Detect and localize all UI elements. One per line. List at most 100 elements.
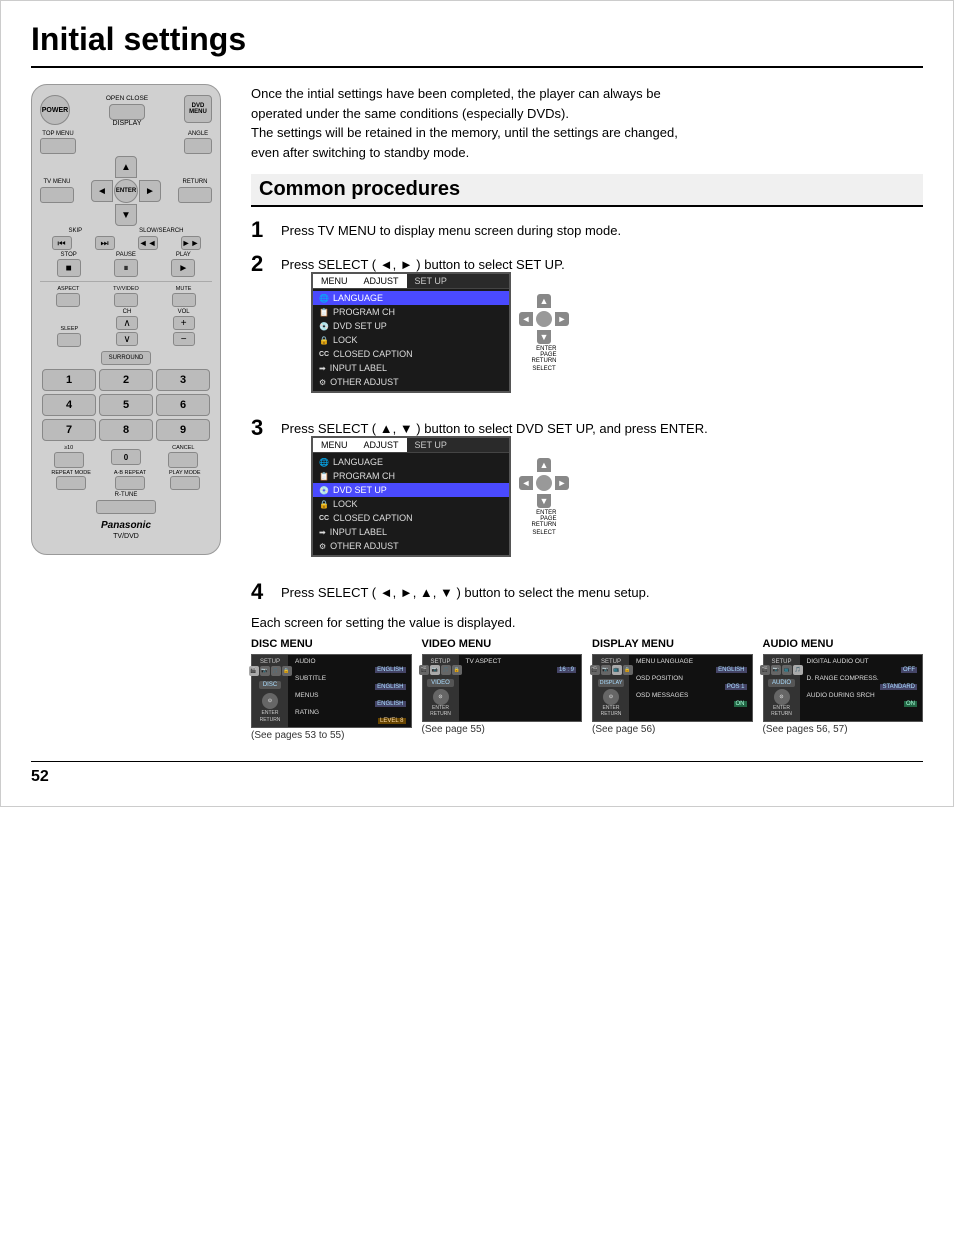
transport-row: ⏮ ⏭ ◄◄ ►► (40, 236, 212, 250)
mute-button[interactable] (172, 293, 196, 307)
menu-item-lock-2: 🔒 LOCK (313, 497, 509, 511)
r-tune-button[interactable] (96, 500, 156, 514)
num-2-button[interactable]: 2 (99, 369, 153, 391)
menu-header-1: MENU ADJUST SET UP (313, 274, 509, 289)
video-menu-column: VIDEO MENU SETUP 🎬 📷 🎵 🔒 VIDEO (422, 638, 583, 741)
menu1-mockup: MENU ADJUST SET UP 🌐 LANGUAGE 📋 (311, 272, 923, 393)
r-tune-label: R-TUNE (40, 492, 212, 498)
disc-enter-button[interactable]: ⊙ (262, 693, 278, 709)
main-content: POWER OPEN CLOSE DISPLAY DVD MENU (31, 84, 923, 741)
display-button[interactable] (109, 104, 145, 120)
menu-item-cc-1: CC CLOSED CAPTION (313, 347, 509, 361)
brand-sub: TV/DVD (40, 533, 212, 540)
step-4: 4 Press SELECT ( ◄, ►, ▲, ▼ ) button to … (251, 581, 923, 603)
cancel-button[interactable] (168, 452, 198, 468)
ff-button[interactable]: ►► (181, 236, 201, 250)
return-button[interactable] (178, 187, 212, 203)
repeat-mode-row: REPEAT MODE A-B REPEAT PLAY MODE (40, 470, 212, 490)
video-see-pages: (See page 55) (422, 724, 583, 735)
display-enter-button[interactable]: ⊙ (603, 689, 619, 705)
audio-see-pages: (See pages 56, 57) (763, 724, 924, 735)
video-menu-screen: SETUP 🎬 📷 🎵 🔒 VIDEO ⊙ (422, 654, 583, 722)
num-5-button[interactable]: 5 (99, 394, 153, 416)
dpad-area: TV MENU ▲ ▼ ◄ ► ENTER RETURN (40, 156, 212, 226)
step-1: 1 Press TV MENU to display menu screen d… (251, 219, 923, 241)
bottom-menus: DISC MENU SETUP 🎬 📷 🎵 🔒 DISC (251, 638, 923, 741)
numpad: 1 2 3 4 5 6 7 8 9 (42, 369, 210, 441)
display-see-pages: (See page 56) (592, 724, 753, 735)
vol-up-button[interactable]: + (173, 316, 195, 330)
power-button[interactable]: POWER (40, 95, 70, 125)
num-0-button[interactable]: 0 (111, 449, 141, 465)
section-title: Common procedures (251, 174, 923, 207)
tv-video-button[interactable] (114, 293, 138, 307)
tv-menu-button[interactable] (40, 187, 74, 203)
ab-repeat-button[interactable] (115, 476, 145, 490)
top-menu-button[interactable] (40, 138, 76, 154)
menu-item-cc-2: CC CLOSED CAPTION (313, 511, 509, 525)
pause-button[interactable]: ⏸ (114, 259, 138, 277)
menu-item-program-2: 📋 PROGRAM CH (313, 469, 509, 483)
num-9-button[interactable]: 9 (156, 419, 210, 441)
stop-button[interactable]: ■ (57, 259, 81, 277)
audio-enter-button[interactable]: ⊙ (774, 689, 790, 705)
num-8-button[interactable]: 8 (99, 419, 153, 441)
dpad-left[interactable]: ◄ (91, 180, 113, 202)
right-content: Once the intial settings have been compl… (251, 84, 923, 741)
menu-screen-2: MENU ADJUST SET UP 🌐 LANGUAGE 📋 (311, 436, 511, 557)
angle-button[interactable] (184, 138, 212, 154)
dpad-right[interactable]: ► (139, 180, 161, 202)
disc-menu-column: DISC MENU SETUP 🎬 📷 🎵 🔒 DISC (251, 638, 412, 741)
vol-down-button[interactable]: − (173, 332, 195, 346)
audio-menu-column: AUDIO MENU SETUP 🎬 📷 📺 🎵 AUDIO (763, 638, 924, 741)
surround-area: SURROUND (40, 349, 212, 365)
video-enter-button[interactable]: ⊙ (433, 689, 449, 705)
disc-see-pages: (See pages 53 to 55) (251, 730, 412, 741)
prev-button[interactable]: ⏮ (52, 236, 72, 250)
sleep-button[interactable] (57, 333, 81, 347)
menu-tab-adjust-1: MENU (313, 274, 356, 288)
menu-item-input-1: ➡ INPUT LABEL (313, 361, 509, 375)
play-button[interactable]: ► (171, 259, 195, 277)
ge10-button[interactable] (54, 452, 84, 468)
num-1-button[interactable]: 1 (42, 369, 96, 391)
remote-top-area: POWER OPEN CLOSE DISPLAY DVD MENU (40, 95, 212, 127)
menu-header-2: MENU ADJUST SET UP (313, 438, 509, 453)
dpad-down[interactable]: ▼ (115, 204, 137, 226)
aspect-button[interactable] (56, 293, 80, 307)
nav-mockup-1: ▲ ▼ ◄ ► ENTER PAGE RETURN SE (519, 272, 569, 393)
num-7-button[interactable]: 7 (42, 419, 96, 441)
rew-button[interactable]: ◄◄ (138, 236, 158, 250)
display-menu-column: DISPLAY MENU SETUP 🎬 📷 📺 🔒 DIS (592, 638, 753, 741)
fwd-button[interactable]: ⏭ (95, 236, 115, 250)
num-3-button[interactable]: 3 (156, 369, 210, 391)
menu-item-dvd-2: 💿 DVD SET UP (313, 483, 509, 497)
menu-item-language-1: 🌐 LANGUAGE (313, 291, 509, 305)
audio-menu-screen: SETUP 🎬 📷 📺 🎵 AUDIO ⊙ (763, 654, 924, 722)
menu2-mockup: MENU ADJUST SET UP 🌐 LANGUAGE 📋 (311, 436, 923, 557)
sleep-ch-vol-row: SLEEP CH ∧ ∨ VOL + − (40, 309, 212, 347)
enter-button[interactable]: ENTER (114, 179, 138, 203)
intro-text: Once the intial settings have been compl… (251, 84, 923, 162)
nav-dpad-1: ▲ ▼ ◄ ► (519, 294, 569, 344)
menu-item-language-2: 🌐 LANGUAGE (313, 455, 509, 469)
repeat-mode-button[interactable] (56, 476, 86, 490)
play-mode-button[interactable] (170, 476, 200, 490)
menu-item-program-1: 📋 PROGRAM CH (313, 305, 509, 319)
menu-item-dvd-1: 💿 DVD SET UP (313, 319, 509, 333)
ch-down-button[interactable]: ∨ (116, 332, 138, 346)
num-4-button[interactable]: 4 (42, 394, 96, 416)
menu-item-other-2: ⚙ OTHER ADJUST (313, 539, 509, 553)
ch-up-button[interactable]: ∧ (116, 316, 138, 330)
brand-name: Panasonic (40, 520, 212, 531)
step-4-area: 4 Press SELECT ( ◄, ►, ▲, ▼ ) button to … (251, 581, 923, 741)
menu-items-2: 🌐 LANGUAGE 📋 PROGRAM CH 💿 DVD SET UP (313, 453, 509, 555)
num-6-button[interactable]: 6 (156, 394, 210, 416)
menu-item-input-2: ➡ INPUT LABEL (313, 525, 509, 539)
surround-button[interactable]: SURROUND (101, 351, 151, 365)
dpad: ▲ ▼ ◄ ► ENTER (91, 156, 161, 226)
dvd-menu-button[interactable]: DVD MENU (184, 95, 212, 123)
step-2: 2 Press SELECT ( ◄, ► ) button to select… (251, 253, 923, 405)
page-title: Initial settings (31, 21, 923, 68)
dpad-up[interactable]: ▲ (115, 156, 137, 178)
